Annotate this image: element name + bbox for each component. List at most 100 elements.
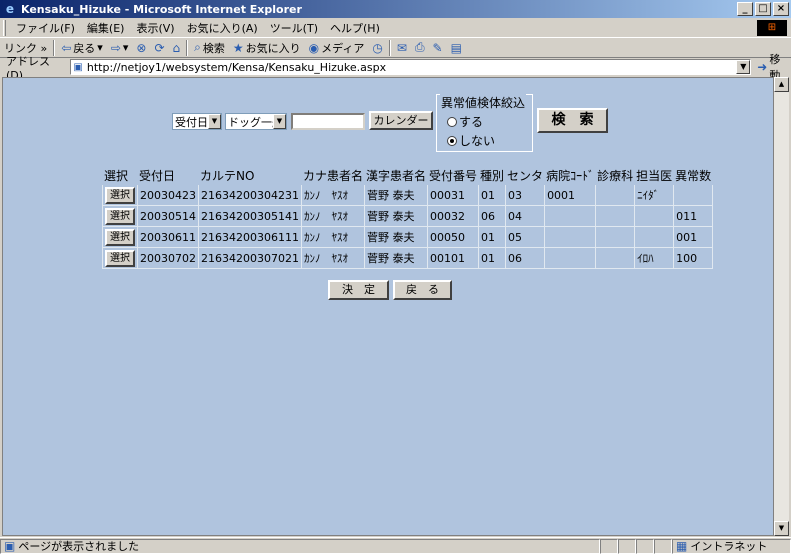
row-select-button[interactable]: 選択 bbox=[105, 228, 135, 246]
cell: 21634200305141 bbox=[198, 205, 302, 227]
col-header: センタ bbox=[505, 166, 546, 185]
cell: 菅野 泰夫 bbox=[363, 184, 429, 206]
table-row: 選択 20030514 21634200305141 ｶﾝﾉ ﾔｽｵ 菅野 泰夫… bbox=[102, 205, 714, 227]
forward-arrow-icon: ⇨ bbox=[110, 40, 121, 55]
calendar-button[interactable]: カレンダー bbox=[369, 111, 433, 130]
print-button[interactable]: ⎙ bbox=[411, 40, 429, 55]
home-button[interactable]: ⌂ bbox=[169, 41, 185, 55]
menu-help[interactable]: ヘルプ(H) bbox=[324, 20, 386, 36]
cell: 21634200307021 bbox=[198, 247, 302, 269]
radio-button[interactable] bbox=[447, 116, 457, 127]
col-header: 種別 bbox=[478, 166, 507, 185]
menu-favorites[interactable]: お気に入り(A) bbox=[181, 20, 264, 36]
menu-tools[interactable]: ツール(T) bbox=[264, 20, 324, 36]
row-select-button[interactable]: 選択 bbox=[105, 207, 135, 225]
col-header: 病院ｺｰﾄﾞ bbox=[544, 166, 597, 185]
abnormal-filter-legend: 異常値検体絞込 bbox=[440, 94, 527, 111]
forward-dropdown-icon[interactable]: ▾ bbox=[123, 41, 129, 54]
col-header: 漢字患者名 bbox=[363, 166, 429, 185]
search-label: 検索 bbox=[202, 41, 225, 55]
mail-icon: ✉ bbox=[396, 40, 407, 55]
exam-type-select[interactable]: ドッグ一般 ▼ bbox=[225, 113, 287, 130]
scroll-up-icon[interactable]: ▲ bbox=[774, 77, 789, 92]
cell: 21634200304231 bbox=[198, 184, 302, 206]
cell: 011 bbox=[673, 205, 714, 227]
cell: 05 bbox=[505, 226, 546, 248]
intranet-icon: ▦ bbox=[676, 539, 688, 553]
vertical-scrollbar[interactable]: ▲ ▼ bbox=[774, 77, 789, 536]
status-cell bbox=[600, 538, 618, 554]
menu-view[interactable]: 表示(V) bbox=[130, 20, 180, 36]
col-header: カルテNO bbox=[198, 166, 302, 185]
window-title: Kensaku_Hizuke - Microsoft Internet Expl… bbox=[21, 2, 302, 16]
security-zone-cell: ▦ イントラネット bbox=[672, 538, 791, 554]
maximize-button[interactable]: □ bbox=[755, 2, 771, 16]
stop-button[interactable]: ⊗ bbox=[132, 41, 150, 55]
cell bbox=[595, 226, 636, 248]
cell: 20030423 bbox=[137, 184, 199, 206]
scroll-down-icon[interactable]: ▼ bbox=[774, 521, 789, 536]
page-content: 受付日 ▼ ドッグ一般 ▼ カレンダー 異常値検体絞込 する しない 検 索 選… bbox=[2, 77, 774, 536]
windows-logo-icon: ⊞ bbox=[757, 20, 787, 36]
cell bbox=[634, 226, 675, 248]
filter-option-on[interactable]: する bbox=[447, 113, 483, 130]
toolbar-grip bbox=[3, 19, 6, 36]
date-input[interactable] bbox=[291, 113, 365, 130]
back-label: 戻る bbox=[73, 41, 96, 55]
cell: 菅野 泰夫 bbox=[363, 247, 429, 269]
page-icon: ▣ bbox=[73, 61, 83, 73]
back-page-button[interactable]: 戻 る bbox=[393, 280, 452, 300]
filter-option-label: しない bbox=[459, 134, 496, 148]
discuss-button[interactable]: ▤ bbox=[447, 41, 466, 55]
mail-button[interactable]: ✉ bbox=[393, 41, 411, 55]
menu-file[interactable]: ファイル(F) bbox=[10, 20, 81, 36]
status-cell bbox=[618, 538, 636, 554]
chevron-down-icon[interactable]: ▼ bbox=[208, 114, 221, 129]
table-row: 選択 20030611 21634200306111 ｶﾝﾉ ﾔｽｵ 菅野 泰夫… bbox=[102, 226, 714, 248]
cell: 04 bbox=[505, 205, 546, 227]
media-label: メディア bbox=[321, 41, 365, 55]
address-url: http://netjoy1/websystem/Kensa/Kensaku_H… bbox=[86, 60, 387, 74]
table-header-row: 選択 受付日 カルテNO カナ患者名 漢字患者名 受付番号 種別 センタ 病院ｺ… bbox=[102, 166, 714, 185]
address-input[interactable]: ▣ http://netjoy1/websystem/Kensa/Kensaku… bbox=[70, 59, 752, 75]
edit-button[interactable]: ✎ bbox=[429, 41, 447, 55]
col-header: 受付番号 bbox=[427, 166, 480, 185]
menu-bar: ファイル(F) 編集(E) 表示(V) お気に入り(A) ツール(T) ヘルプ(… bbox=[0, 18, 791, 38]
favorites-button[interactable]: ★ お気に入り bbox=[229, 40, 305, 56]
cell: 0001 bbox=[544, 184, 597, 206]
history-button[interactable]: ◷ bbox=[368, 41, 386, 55]
cell: 100 bbox=[673, 247, 714, 269]
refresh-icon: ⟳ bbox=[154, 40, 165, 55]
radio-button[interactable] bbox=[447, 135, 457, 146]
ok-button[interactable]: 決 定 bbox=[328, 280, 389, 300]
close-button[interactable]: × bbox=[773, 2, 789, 16]
search-button[interactable]: ⌕ 検索 bbox=[190, 40, 229, 56]
status-message-cell: ▣ ページが表示されました bbox=[0, 538, 600, 554]
cell bbox=[595, 205, 636, 227]
select-cell: 選択 bbox=[102, 247, 138, 269]
media-button[interactable]: ◉ メディア bbox=[305, 40, 369, 56]
refresh-button[interactable]: ⟳ bbox=[150, 41, 168, 55]
cell: 菅野 泰夫 bbox=[363, 205, 429, 227]
row-select-button[interactable]: 選択 bbox=[105, 186, 135, 204]
cell: 菅野 泰夫 bbox=[363, 226, 429, 248]
cell: 20030702 bbox=[137, 247, 199, 269]
toolbar-separator bbox=[186, 39, 189, 56]
cell: 00031 bbox=[427, 184, 480, 206]
forward-button[interactable]: ⇨ ▾ bbox=[107, 41, 133, 55]
cell: 001 bbox=[673, 226, 714, 248]
filter-option-off[interactable]: しない bbox=[447, 132, 495, 149]
chevron-down-icon[interactable]: ▼ bbox=[273, 114, 286, 129]
address-dropdown-icon[interactable]: ▼ bbox=[736, 60, 751, 74]
status-bar: ▣ ページが表示されました ▦ イントラネット bbox=[0, 537, 791, 554]
back-dropdown-icon[interactable]: ▾ bbox=[97, 41, 103, 54]
menu-edit[interactable]: 編集(E) bbox=[81, 20, 131, 36]
print-icon: ⎙ bbox=[414, 40, 425, 54]
cell: 00032 bbox=[427, 205, 480, 227]
cell: ｲﾛﾊ bbox=[634, 247, 675, 269]
results-table: 選択 受付日 カルテNO カナ患者名 漢字患者名 受付番号 種別 センタ 病院ｺ… bbox=[102, 166, 714, 269]
date-type-select[interactable]: 受付日 ▼ bbox=[172, 113, 222, 130]
search-submit-button[interactable]: 検 索 bbox=[537, 108, 608, 133]
minimize-button[interactable]: _ bbox=[737, 2, 753, 16]
row-select-button[interactable]: 選択 bbox=[105, 249, 135, 267]
